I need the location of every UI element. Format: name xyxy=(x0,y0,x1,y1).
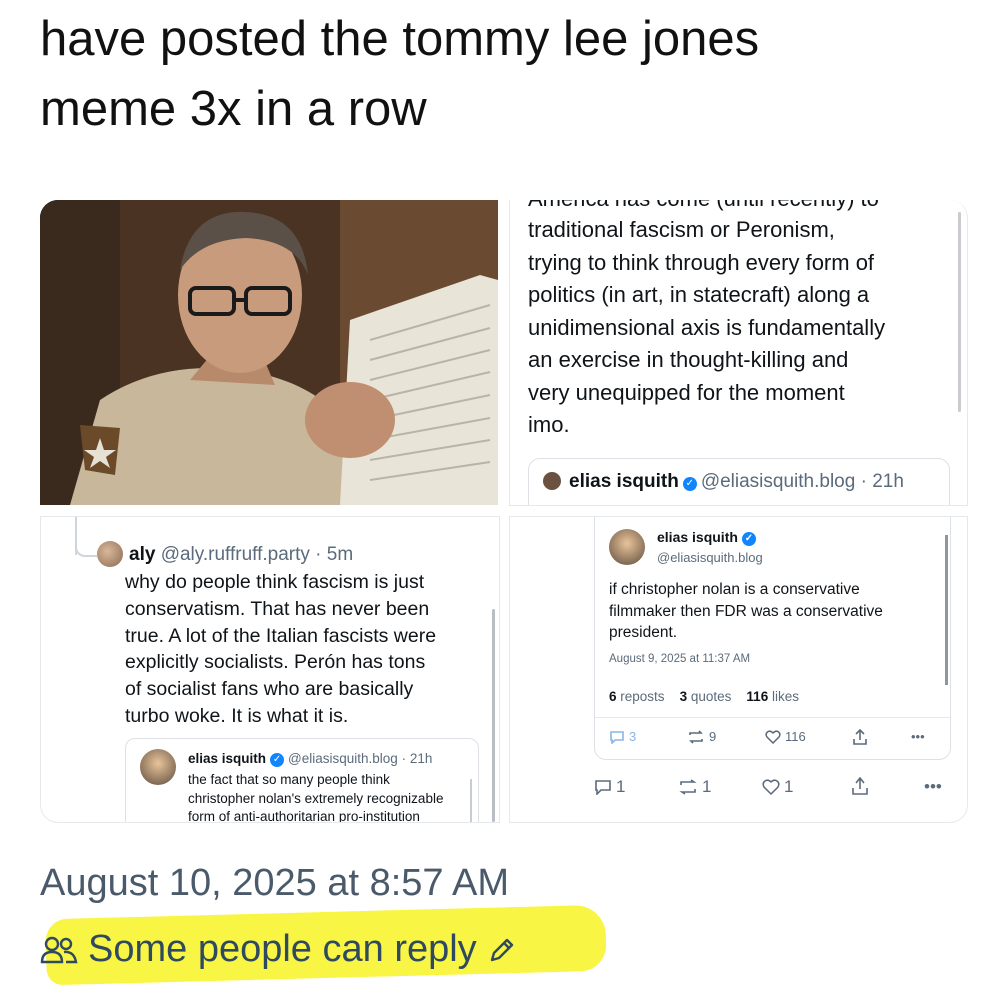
scrollbar[interactable] xyxy=(470,779,472,822)
author-name: aly xyxy=(129,544,156,565)
more-icon: ••• xyxy=(924,777,942,796)
scrollbar[interactable] xyxy=(958,212,961,412)
author-name-row: elias isquith ✓ xyxy=(657,529,760,546)
author-handle: @eliasisquith.blog xyxy=(288,751,398,766)
post-text: have posted the tommy lee jones meme 3x … xyxy=(40,12,760,136)
post-screenshot-bottom-left: aly @aly.ruffruff.party · 5m why do peop… xyxy=(40,516,500,823)
reply-icon xyxy=(610,730,624,744)
author-name: elias isquith xyxy=(188,751,267,766)
thread-connector xyxy=(75,541,97,557)
like-count: 1 xyxy=(784,777,794,796)
quoted-post-header: elias isquith ✓ @eliasisquith.blog · 21h xyxy=(188,751,432,767)
embedded-post[interactable]: elias isquith ✓ @eliasisquith.blog if chr… xyxy=(594,517,951,760)
quotes-count: 3 xyxy=(679,689,688,704)
avatar xyxy=(97,541,123,567)
reply-settings[interactable]: Some people can reply xyxy=(40,928,527,971)
reposts-label[interactable]: reposts xyxy=(620,689,664,704)
avatar xyxy=(140,749,176,785)
quotes-label[interactable]: quotes xyxy=(691,689,732,704)
post-body: if christopher nolan is a conservative f… xyxy=(609,581,883,641)
engagement-stats: 6 reposts 3 quotes 116 likes xyxy=(609,689,799,704)
avatar xyxy=(609,529,645,565)
reply-button[interactable]: 3 xyxy=(609,729,636,744)
repost-button[interactable]: 1 xyxy=(678,777,711,797)
likes-label[interactable]: likes xyxy=(772,689,799,704)
like-button[interactable]: 116 xyxy=(765,729,806,744)
likes-count: 116 xyxy=(746,689,769,704)
heart-icon xyxy=(762,779,780,795)
author-name: elias isquith xyxy=(657,529,738,545)
meme-photo[interactable] xyxy=(40,200,498,505)
share-button[interactable] xyxy=(852,777,868,795)
author-name: elias isquith xyxy=(569,471,679,492)
action-bar: 3 9 116 ••• xyxy=(609,729,939,749)
share-icon xyxy=(852,777,868,795)
post-date: August 9, 2025 at 11:37 AM xyxy=(609,653,751,665)
post-screenshot-bottom-right: elias isquith ✓ @eliasisquith.blog if chr… xyxy=(509,516,968,823)
share-button[interactable] xyxy=(853,729,867,745)
verified-check-icon: ✓ xyxy=(270,753,285,767)
author-handle: @aly.ruffruff.party xyxy=(160,544,310,565)
reply-count: 1 xyxy=(616,777,626,796)
reply-body: why do people think fascism is just cons… xyxy=(125,571,437,727)
outer-action-bar: 1 1 1 ••• xyxy=(594,777,954,799)
edit-pencil-icon[interactable] xyxy=(487,935,517,965)
reply-settings-label: Some people can reply xyxy=(88,928,477,970)
reply-button[interactable]: 1 xyxy=(594,777,625,797)
avatar xyxy=(543,472,561,490)
scrollbar[interactable] xyxy=(945,535,948,685)
post-time: · 5m xyxy=(315,544,354,565)
more-button[interactable]: ••• xyxy=(911,729,925,744)
cut-off-text: America has come (until recently) to xyxy=(528,200,879,212)
reply-icon xyxy=(595,780,611,795)
post-body: traditional fascism or Peronism, trying … xyxy=(528,217,886,437)
more-icon: ••• xyxy=(911,729,925,744)
heart-icon xyxy=(765,729,781,744)
share-icon xyxy=(853,729,867,745)
more-button[interactable]: ••• xyxy=(924,777,942,797)
post-time: · 21h xyxy=(401,751,433,766)
people-icon xyxy=(40,936,78,963)
author-handle: @eliasisquith.blog xyxy=(700,471,856,492)
repost-icon xyxy=(679,779,697,795)
quoted-post-body: the fact that so many people think chris… xyxy=(188,772,444,823)
reply-count: 3 xyxy=(629,729,637,744)
verified-check-icon: ✓ xyxy=(682,477,697,491)
like-count: 116 xyxy=(785,729,806,744)
like-button[interactable]: 1 xyxy=(762,777,793,797)
author-handle: @eliasisquith.blog xyxy=(657,550,763,565)
reply-header: aly @aly.ruffruff.party · 5m xyxy=(97,541,353,567)
quoted-post-header: elias isquith ✓ @eliasisquith.blog · 21h xyxy=(543,471,904,493)
scrollbar[interactable] xyxy=(492,609,495,822)
divider xyxy=(595,717,950,718)
reposts-count: 6 xyxy=(609,689,617,704)
post-time: · 21h xyxy=(860,471,904,492)
repost-count: 9 xyxy=(709,729,717,744)
repost-count: 1 xyxy=(702,777,712,796)
verified-check-icon: ✓ xyxy=(741,532,756,546)
quoted-post[interactable]: elias isquith ✓ @eliasisquith.blog · 21h xyxy=(528,458,950,505)
quoted-post[interactable]: elias isquith ✓ @eliasisquith.blog · 21h t… xyxy=(125,738,479,823)
post-screenshot-top-right: America has come (until recently) to tra… xyxy=(509,200,968,506)
man-reading-newspaper-image xyxy=(40,200,498,505)
post-timestamp: August 10, 2025 at 8:57 AM xyxy=(40,862,510,904)
repost-button[interactable]: 9 xyxy=(687,729,716,744)
repost-icon xyxy=(689,729,703,744)
